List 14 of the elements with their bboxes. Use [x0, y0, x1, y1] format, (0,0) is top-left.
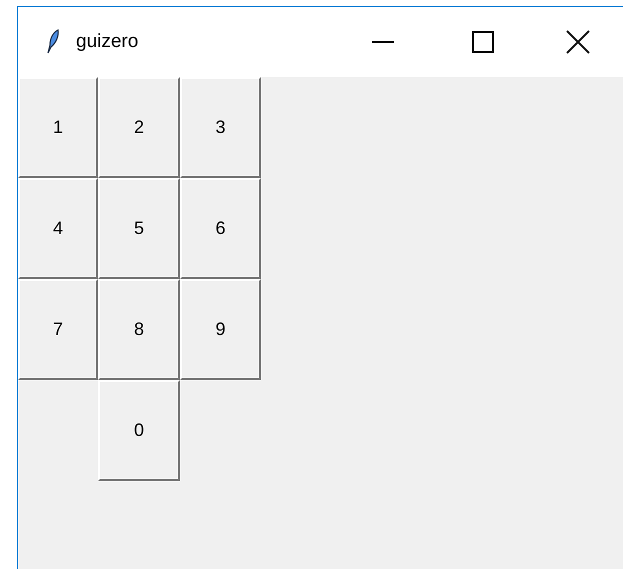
key-button[interactable]: 1 — [18, 77, 98, 178]
key-button[interactable]: 0 — [98, 380, 180, 481]
key-button[interactable]: 5 — [98, 178, 180, 279]
key-button[interactable]: 8 — [98, 279, 180, 380]
key-button[interactable]: 7 — [18, 279, 98, 380]
maximize-icon — [472, 31, 494, 53]
key-button[interactable]: 3 — [180, 77, 261, 178]
close-icon — [566, 30, 590, 54]
key-button[interactable]: 4 — [18, 178, 98, 279]
key-button[interactable]: 9 — [180, 279, 261, 380]
key-button[interactable]: 2 — [98, 77, 180, 178]
key-button[interactable]: 6 — [180, 178, 261, 279]
window-title: guizero — [76, 30, 138, 54]
minimize-icon — [372, 41, 394, 43]
